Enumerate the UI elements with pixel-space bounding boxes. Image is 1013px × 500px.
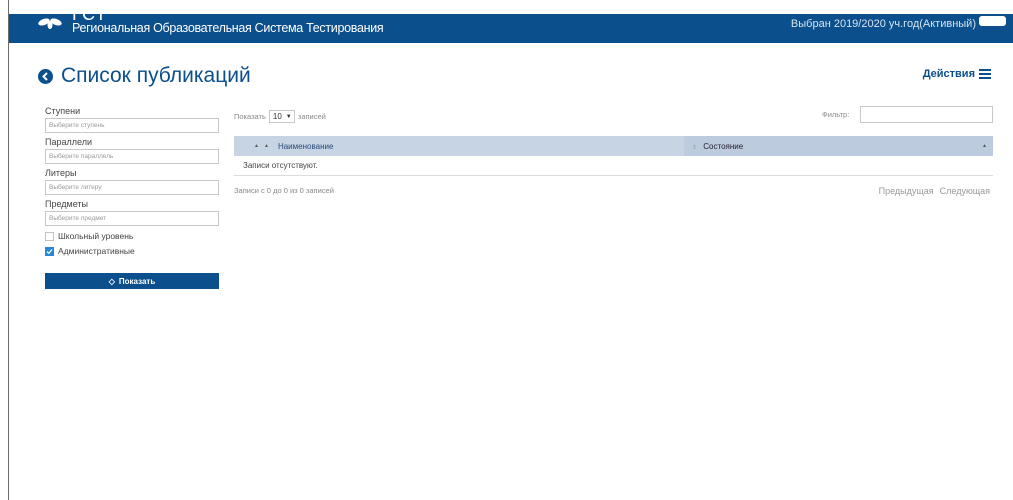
administrative-checkbox[interactable] — [45, 246, 54, 256]
school-year-indicator[interactable]: Выбран 2019/2020 уч.год(Активный) — [791, 18, 976, 30]
logo-icon — [35, 8, 65, 30]
parallels-select[interactable]: Выберите параллель — [45, 149, 219, 164]
sort-asc-icon[interactable]: ▲ — [234, 143, 264, 149]
hamburger-icon — [979, 69, 991, 79]
show-suffix: записей — [297, 112, 326, 121]
left-edge-line — [8, 0, 9, 500]
top-header: ГСТ Региональная Образовательная Система… — [9, 5, 1013, 43]
actions-menu-button[interactable]: Действия — [923, 68, 991, 80]
column-name-label: Наименование — [277, 141, 334, 151]
next-page-button[interactable]: Следующая — [940, 186, 990, 196]
steps-select[interactable]: Выберите ступень — [45, 118, 219, 133]
checkmark-icon — [46, 248, 53, 254]
column-state-label: Состояние — [703, 141, 744, 151]
school-level-label: Школьный уровень — [58, 231, 134, 241]
steps-label: Ступени — [45, 106, 81, 116]
letters-select[interactable]: Выберите литеру — [45, 180, 219, 195]
subjects-select[interactable]: Выберите предмет — [45, 211, 219, 226]
page-size-select[interactable]: 10 ▼ — [268, 110, 295, 123]
prev-page-button[interactable]: Предыдущая — [879, 186, 934, 196]
caret-down-icon: ▼ — [285, 113, 292, 120]
diamond-icon: ◇ — [108, 276, 115, 286]
parallels-label: Параллели — [45, 137, 92, 147]
school-level-row: Школьный уровень — [45, 230, 219, 242]
page-title-row: Список публикаций — [38, 64, 251, 88]
table-empty-row: Записи отсутствуют. — [234, 157, 993, 176]
filter-panel: Ступени Выберите ступень Параллели Выбер… — [45, 106, 219, 289]
pagination: Предыдущая Следующая — [879, 186, 990, 196]
subjects-label: Предметы — [45, 199, 89, 209]
show-button-label: Показать — [118, 276, 156, 286]
administrative-row: Административные — [45, 245, 219, 257]
page-size-control: Показать 10 ▼ записей — [234, 110, 326, 123]
filter-label: Фильтр: — [822, 110, 850, 119]
app-subtitle: Региональная Образовательная Система Тес… — [72, 21, 384, 35]
page-size-value: 10 — [272, 112, 282, 121]
table-info: Записи с 0 до 0 из 0 записей — [234, 186, 334, 195]
filter-input[interactable] — [860, 106, 993, 123]
column-header-name[interactable]: ▲ Наименование — [264, 136, 684, 156]
sort-both-icon: ⇕ — [692, 144, 698, 151]
back-arrow-icon[interactable] — [38, 68, 53, 84]
user-menu-button[interactable] — [979, 16, 1006, 26]
show-prefix: Показать — [234, 112, 266, 121]
actions-label: Действия — [922, 68, 975, 80]
sort-asc-icon: ▲ — [982, 143, 987, 149]
page-title: Список публикаций — [61, 64, 251, 87]
sort-asc-icon: ▲ — [264, 143, 269, 149]
table-header: ▲ ▲ Наименование ⇕ Состояние ▲ — [234, 136, 993, 156]
school-level-checkbox[interactable] — [45, 231, 54, 241]
show-button[interactable]: ◇ Показать — [45, 273, 219, 289]
administrative-label: Административные — [58, 246, 135, 256]
letters-label: Литеры — [45, 168, 77, 178]
column-header-state[interactable]: ⇕ Состояние ▲ — [684, 136, 993, 156]
